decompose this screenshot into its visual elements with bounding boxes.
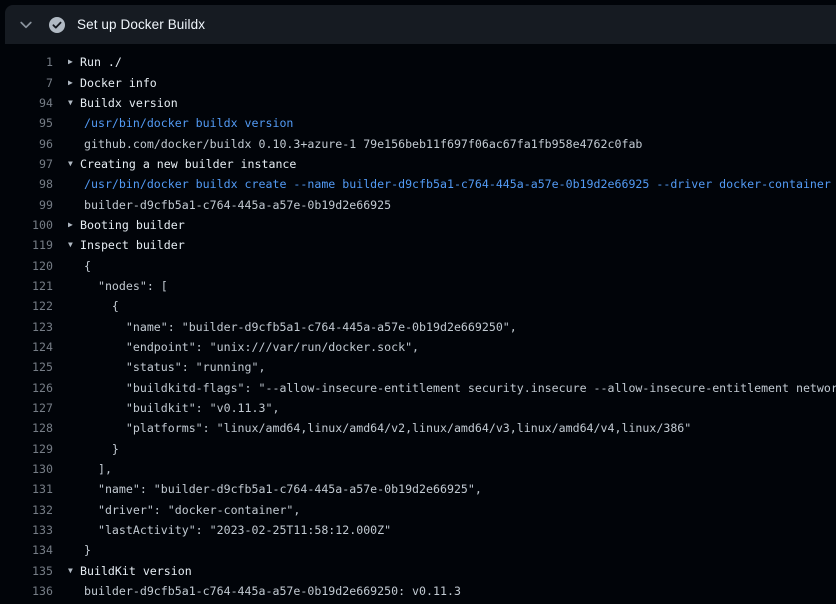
log-line: 95 /usr/bin/docker buildx version [0, 113, 836, 133]
log-group-title[interactable]: Inspect builder [80, 238, 185, 252]
log-command-text: /usr/bin/docker buildx create --name bui… [84, 177, 831, 191]
collapse-group-icon[interactable]: ▼ [68, 241, 80, 249]
line-number[interactable]: 134 [0, 543, 53, 557]
log-output-text: "name": "builder-d9cfb5a1-c764-445a-a57e… [84, 482, 482, 496]
log-group-title[interactable]: Docker info [80, 76, 157, 90]
log-line: 123 "name": "builder-d9cfb5a1-c764-445a-… [0, 316, 836, 336]
expand-group-icon[interactable]: ▶ [68, 58, 80, 66]
line-number[interactable]: 136 [0, 584, 53, 598]
line-number[interactable]: 135 [0, 564, 53, 578]
log-line: 97 ▼ Creating a new builder instance [0, 154, 836, 174]
line-number[interactable]: 123 [0, 320, 53, 334]
log-output-text: ], [84, 462, 112, 476]
log-output-text: "endpoint": "unix:///var/run/docker.sock… [84, 340, 419, 354]
line-number[interactable]: 1 [0, 55, 53, 69]
line-number[interactable]: 133 [0, 523, 53, 537]
log-output-text: builder-d9cfb5a1-c764-445a-a57e-0b19d2e6… [84, 584, 461, 598]
log-line: 135 ▼ BuildKit version [0, 561, 836, 581]
log-line: 124 "endpoint": "unix:///var/run/docker.… [0, 337, 836, 357]
line-number[interactable]: 100 [0, 218, 53, 232]
log-output-text: "platforms": "linux/amd64,linux/amd64/v2… [84, 421, 691, 435]
step-title: Set up Docker Buildx [77, 17, 205, 32]
log-line: 132 "driver": "docker-container", [0, 500, 836, 520]
log-line: 129 } [0, 439, 836, 459]
log-body: 1 ▶ Run ./ 7 ▶ Docker info 94 ▼ Buildx v… [0, 44, 836, 604]
log-line: 100 ▶ Booting builder [0, 215, 836, 235]
step-log-card: Set up Docker Buildx 1 ▶ Run ./ 7 ▶ Dock… [0, 0, 836, 604]
line-number[interactable]: 124 [0, 340, 53, 354]
log-line: 125 "status": "running", [0, 357, 836, 377]
log-output-text: { [84, 259, 91, 273]
log-group-title[interactable]: Creating a new builder instance [80, 157, 296, 171]
collapse-group-icon[interactable]: ▼ [68, 567, 80, 575]
check-circle-icon [49, 17, 65, 33]
line-number[interactable]: 131 [0, 482, 53, 496]
log-output-text: builder-d9cfb5a1-c764-445a-a57e-0b19d2e6… [84, 198, 391, 212]
line-number[interactable]: 130 [0, 462, 53, 476]
log-line: 136 builder-d9cfb5a1-c764-445a-a57e-0b19… [0, 581, 836, 601]
line-number[interactable]: 128 [0, 421, 53, 435]
log-line: 1 ▶ Run ./ [0, 52, 836, 72]
line-number[interactable]: 97 [0, 157, 53, 171]
step-header[interactable]: Set up Docker Buildx [5, 5, 836, 44]
log-line: 99 builder-d9cfb5a1-c764-445a-a57e-0b19d… [0, 194, 836, 214]
line-number[interactable]: 122 [0, 299, 53, 313]
log-output-text: "buildkit": "v0.11.3", [84, 401, 279, 415]
log-line: 7 ▶ Docker info [0, 72, 836, 92]
log-output-text: "nodes": [ [84, 279, 168, 293]
log-output-text: } [84, 543, 91, 557]
log-output-text: "name": "builder-d9cfb5a1-c764-445a-a57e… [84, 320, 517, 334]
line-number[interactable]: 120 [0, 259, 53, 273]
line-number[interactable]: 98 [0, 177, 53, 191]
log-line: 126 "buildkitd-flags": "--allow-insecure… [0, 378, 836, 398]
log-line: 98 /usr/bin/docker buildx create --name … [0, 174, 836, 194]
log-output-text: "status": "running", [84, 360, 265, 374]
log-line: 131 "name": "builder-d9cfb5a1-c764-445a-… [0, 479, 836, 499]
line-number[interactable]: 125 [0, 360, 53, 374]
line-number[interactable]: 94 [0, 96, 53, 110]
line-number[interactable]: 99 [0, 198, 53, 212]
line-number[interactable]: 95 [0, 116, 53, 130]
log-line: 94 ▼ Buildx version [0, 93, 836, 113]
line-number[interactable]: 119 [0, 238, 53, 252]
log-line: 96 github.com/docker/buildx 0.10.3+azure… [0, 133, 836, 153]
collapse-group-icon[interactable]: ▼ [68, 160, 80, 168]
log-output-text: "driver": "docker-container", [84, 503, 300, 517]
log-group-title[interactable]: Buildx version [80, 96, 178, 110]
log-line: 121 "nodes": [ [0, 276, 836, 296]
log-line: 128 "platforms": "linux/amd64,linux/amd6… [0, 418, 836, 438]
line-number[interactable]: 129 [0, 442, 53, 456]
log-output-text: "lastActivity": "2023-02-25T11:58:12.000… [84, 523, 391, 537]
collapse-group-icon[interactable]: ▼ [68, 99, 80, 107]
log-output-text: { [84, 299, 119, 313]
log-line: 134 } [0, 540, 836, 560]
log-line: 133 "lastActivity": "2023-02-25T11:58:12… [0, 520, 836, 540]
expand-group-icon[interactable]: ▶ [68, 221, 80, 229]
line-number[interactable]: 96 [0, 137, 53, 151]
chevron-down-icon[interactable] [18, 17, 34, 33]
log-line: 130 ], [0, 459, 836, 479]
log-line: 127 "buildkit": "v0.11.3", [0, 398, 836, 418]
log-command-text: /usr/bin/docker buildx version [84, 116, 293, 130]
line-number[interactable]: 121 [0, 279, 53, 293]
line-number[interactable]: 126 [0, 381, 53, 395]
line-number[interactable]: 132 [0, 503, 53, 517]
log-output-text: "buildkitd-flags": "--allow-insecure-ent… [84, 381, 836, 395]
log-line: 122 { [0, 296, 836, 316]
log-output-text: } [84, 442, 119, 456]
line-number[interactable]: 7 [0, 76, 53, 90]
log-group-title[interactable]: BuildKit version [80, 564, 192, 578]
line-number[interactable]: 127 [0, 401, 53, 415]
log-line: 120 { [0, 255, 836, 275]
log-output-text: github.com/docker/buildx 0.10.3+azure-1 … [84, 137, 642, 151]
log-group-title[interactable]: Booting builder [80, 218, 185, 232]
log-line: 119 ▼ Inspect builder [0, 235, 836, 255]
expand-group-icon[interactable]: ▶ [68, 79, 80, 87]
log-group-title[interactable]: Run ./ [80, 55, 122, 69]
